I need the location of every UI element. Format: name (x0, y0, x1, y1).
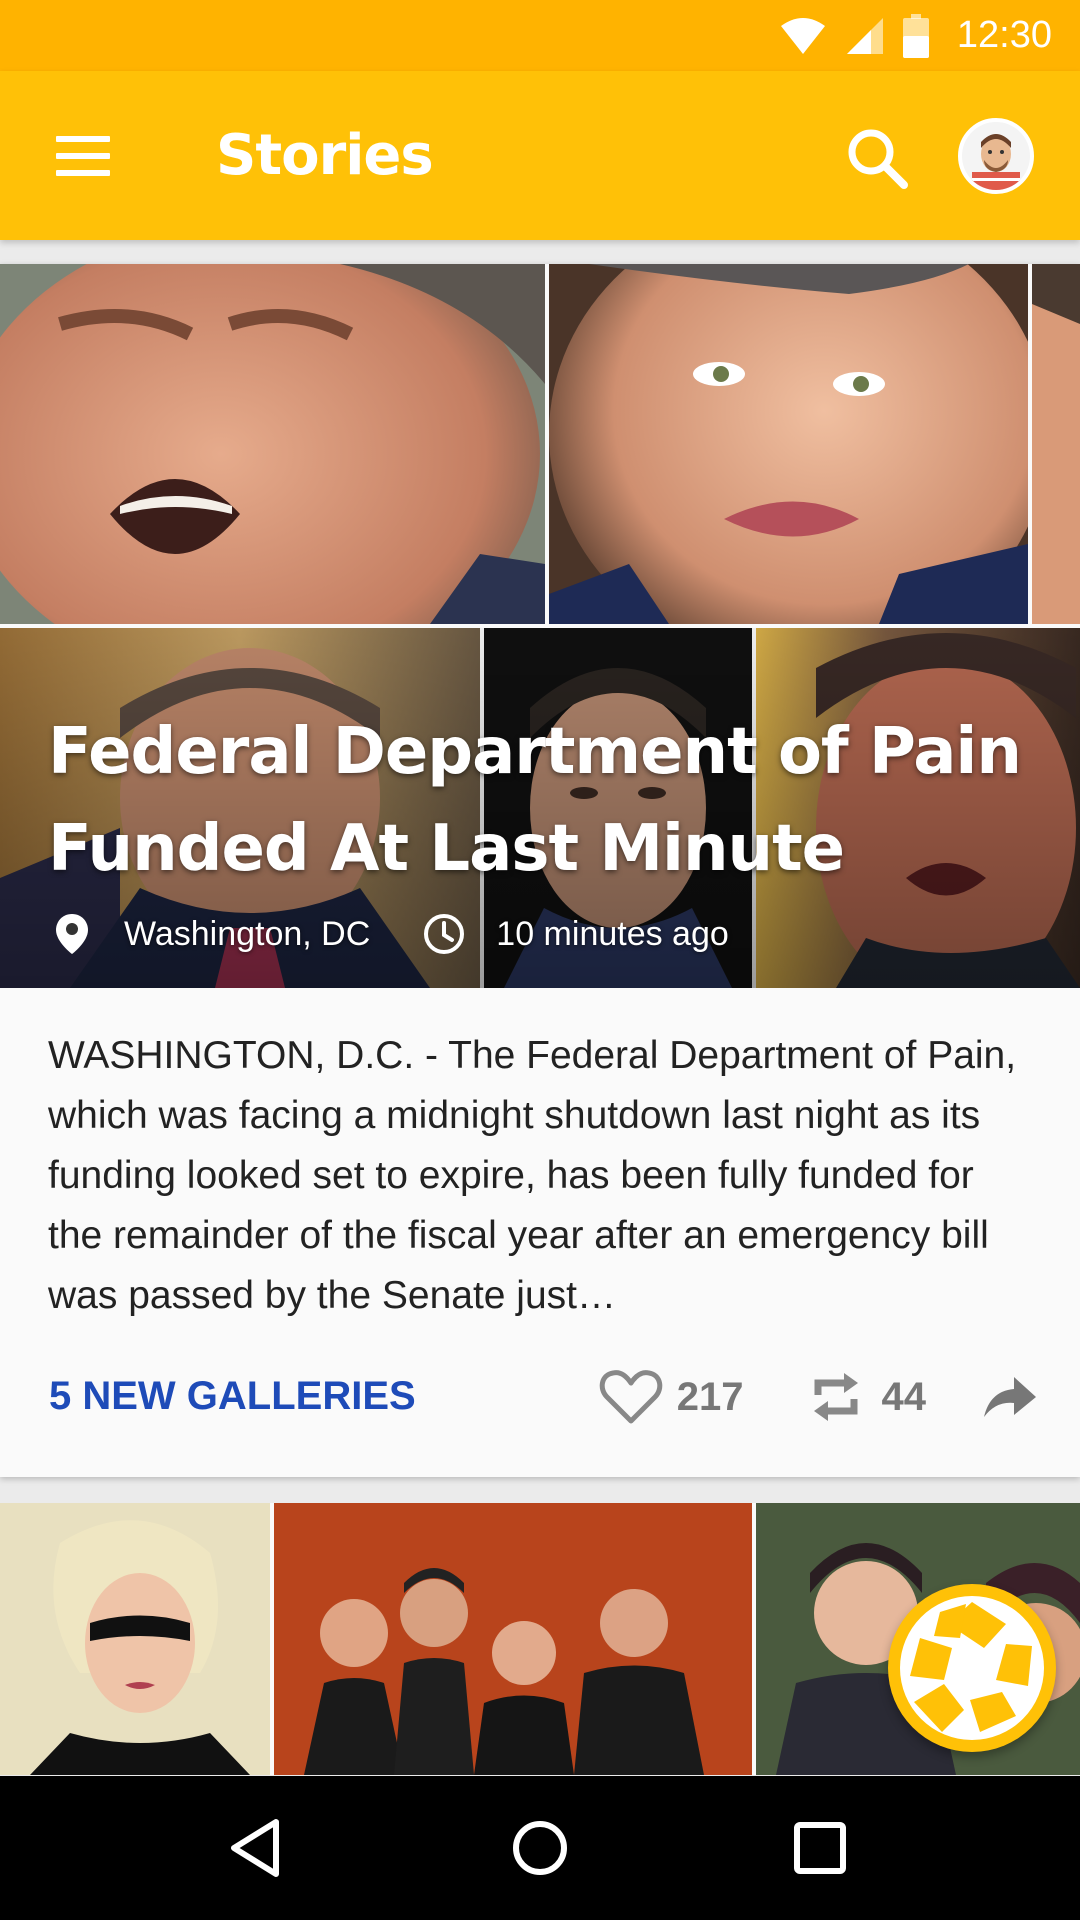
new-galleries-link[interactable]: 5 NEW GALLERIES (49, 1374, 416, 1419)
story-meta: Washington, DC 10 minutes ago (50, 904, 729, 964)
story-photo[interactable] (274, 1503, 752, 1775)
story-card[interactable]: Federal Department of Pain Funded At Las… (0, 264, 1080, 1477)
repost-icon[interactable] (804, 1365, 868, 1429)
story-photo[interactable] (1032, 264, 1080, 624)
repost-count: 44 (881, 1374, 927, 1419)
heart-icon[interactable] (599, 1365, 663, 1429)
battery-icon (902, 13, 929, 58)
back-icon[interactable] (220, 1808, 300, 1888)
menu-icon (56, 136, 110, 142)
status-bar: 12:30 (0, 0, 1080, 71)
story-actions: 217 44 (599, 1352, 1040, 1442)
wifi-icon (780, 17, 825, 54)
camera-shutter-icon (900, 1596, 1044, 1740)
story-time: 10 minutes ago (496, 914, 729, 953)
status-time: 12:30 (956, 14, 1052, 56)
story-location: Washington, DC (124, 914, 371, 953)
camera-fab[interactable] (888, 1584, 1056, 1752)
recents-icon[interactable] (780, 1808, 860, 1888)
app-screen: 12:30 Stories Federal Department of Pain… (0, 0, 1080, 1920)
avatar[interactable] (958, 118, 1034, 194)
menu-button[interactable] (40, 116, 120, 196)
location-pin-icon (56, 914, 88, 954)
story-body: WASHINGTON, D.C. - The Federal Departmen… (48, 1034, 1017, 1317)
story-photo[interactable] (0, 1503, 270, 1775)
story-photo[interactable] (549, 264, 1028, 624)
system-nav-bar (0, 1776, 1080, 1920)
like-count: 217 (676, 1374, 744, 1419)
app-bar: Stories (0, 71, 1080, 240)
clock-icon (424, 914, 465, 954)
search-icon (848, 129, 908, 189)
home-icon[interactable] (500, 1808, 580, 1888)
user-avatar-image (962, 122, 1030, 190)
story-title[interactable]: Federal Department of Pain Funded At Las… (48, 704, 1048, 898)
share-icon[interactable] (976, 1365, 1040, 1429)
page-title: Stories (216, 123, 434, 188)
signal-icon (846, 17, 883, 54)
search-button[interactable] (840, 121, 916, 197)
story-photo[interactable] (0, 264, 545, 624)
